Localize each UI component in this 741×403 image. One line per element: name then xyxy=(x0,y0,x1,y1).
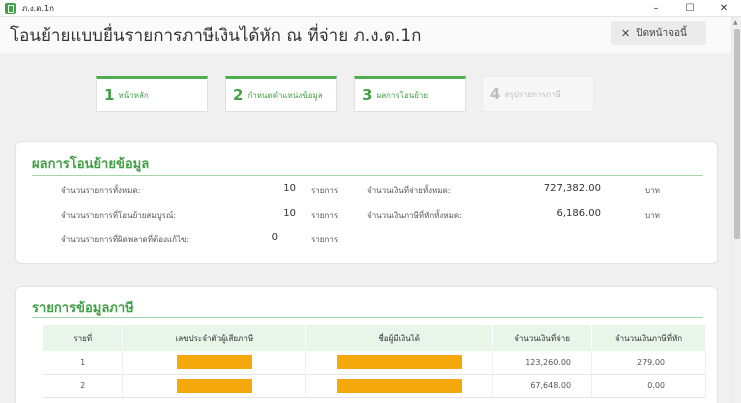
tax-withheld-cell: 279.00 xyxy=(591,351,706,375)
payee-name-cell xyxy=(305,374,494,398)
step-label: สรุปรายการภาษี xyxy=(504,89,561,99)
maximize-icon[interactable]: ☐ xyxy=(673,0,707,17)
step-number: 2 xyxy=(233,86,244,104)
column-header[interactable]: เลขประจำตัวผู้เสียภาษี xyxy=(122,325,307,351)
step-tax-summary: 4 สรุปรายการภาษี xyxy=(482,76,594,112)
step-home[interactable]: 1 หน้าหลัก xyxy=(96,76,208,112)
completed-records-value: 10 xyxy=(283,208,296,219)
amount-paid-cell: 123,260.00 xyxy=(492,351,593,375)
tax-data-table: รายที่ เลขประจำตัวผู้เสียภาษี ชื่อผู้มีเ… xyxy=(43,325,706,398)
row-number: 1 xyxy=(43,351,124,375)
unit-label: รายการ xyxy=(311,186,339,195)
redacted-payee-name xyxy=(336,378,462,393)
scroll-thumb[interactable] xyxy=(734,29,740,239)
total-tax-value: 6,186.00 xyxy=(556,208,601,219)
total-records-label: จำนวนรายการทั้งหมด: xyxy=(61,186,141,195)
section-divider xyxy=(32,317,703,318)
minimize-icon[interactable]: – xyxy=(639,0,673,17)
transfer-result-title: ผลการโอนย้ายข้อมูล xyxy=(32,157,150,172)
page-title: โอนย้ายแบบยื่นรายการภาษีเงินได้หัก ณ ที่… xyxy=(10,26,422,46)
currency-label: บาท xyxy=(645,186,660,195)
row-number: 2 xyxy=(43,374,124,398)
page-header: โอนย้ายแบบยื่นรายการภาษีเงินได้หัก ณ ที่… xyxy=(0,17,741,53)
redacted-tax-id xyxy=(176,355,252,370)
window-title: ภ.ง.ด.1ก xyxy=(22,3,54,13)
step-number: 3 xyxy=(362,86,373,104)
tax-withheld-cell: 0.00 xyxy=(591,374,706,398)
total-tax-label: จำนวนเงินภาษีที่หักทั้งหมด: xyxy=(367,211,462,220)
column-header[interactable]: จำนวนเงินภาษีที่หัก xyxy=(591,325,706,351)
app-icon xyxy=(5,2,16,14)
column-header[interactable]: จำนวนเงินที่จ่าย xyxy=(492,325,593,351)
redacted-payee-name xyxy=(336,355,462,370)
window-controls: – ☐ ✕ xyxy=(639,0,741,17)
vertical-scrollbar[interactable]: ▲ xyxy=(731,17,741,403)
column-header[interactable]: ชื่อผู้มีเงินได้ xyxy=(305,325,494,351)
total-records-value: 10 xyxy=(283,183,296,194)
step-data-position[interactable]: 2 กำหนดตำแหน่งข้อมูล xyxy=(225,76,337,112)
section-divider xyxy=(32,175,703,176)
step-transfer-result[interactable]: 3 ผลการโอนย้าย xyxy=(354,76,466,112)
step-label: กำหนดตำแหน่งข้อมูล xyxy=(247,90,323,100)
amount-paid-cell: 67,648.00 xyxy=(492,374,593,398)
redacted-tax-id xyxy=(176,378,252,393)
close-icon: ✕ xyxy=(621,26,631,40)
table-header-row: รายที่ เลขประจำตัวผู้เสียภาษี ชื่อผู้มีเ… xyxy=(43,325,706,351)
close-page-label: ปิดหน้าจอนี้ xyxy=(636,27,687,39)
completed-records-label: จำนวนรายการที่โอนย้ายสมบูรณ์: xyxy=(61,211,177,220)
step-number: 1 xyxy=(104,86,115,104)
error-records-label: จำนวนรายการที่ผิดพลาดที่ต้องแก้ไข: xyxy=(61,235,190,244)
step-label: หน้าหลัก xyxy=(118,90,149,100)
column-header[interactable]: รายที่ xyxy=(43,325,124,351)
total-paid-value: 727,382.00 xyxy=(543,183,601,194)
tax-id-cell xyxy=(122,374,307,398)
error-records-value: 0 xyxy=(271,232,278,243)
close-page-button[interactable]: ✕ ปิดหน้าจอนี้ xyxy=(611,21,706,45)
total-paid-label: จำนวนเงินที่จ่ายทั้งหมด: xyxy=(367,186,451,195)
tax-id-cell xyxy=(122,351,307,375)
scroll-up-icon[interactable]: ▲ xyxy=(733,19,738,26)
unit-label: รายการ xyxy=(311,235,339,244)
window-titlebar: ภ.ง.ด.1ก – ☐ ✕ xyxy=(0,0,741,17)
unit-label: รายการ xyxy=(311,211,339,220)
close-window-icon[interactable]: ✕ xyxy=(707,0,741,17)
step-label: ผลการโอนย้าย xyxy=(376,90,429,100)
currency-label: บาท xyxy=(645,211,660,220)
table-row[interactable]: 1 123,260.00 279.00 xyxy=(43,351,706,375)
step-number: 4 xyxy=(490,85,501,103)
tax-list-title: รายการข้อมูลภาษี xyxy=(32,301,134,316)
table-row[interactable]: 2 67,648.00 0.00 xyxy=(43,374,706,398)
transfer-result-card: ผลการโอนย้ายข้อมูล จำนวนรายการทั้งหมด: 1… xyxy=(15,141,718,264)
payee-name-cell xyxy=(305,351,494,375)
